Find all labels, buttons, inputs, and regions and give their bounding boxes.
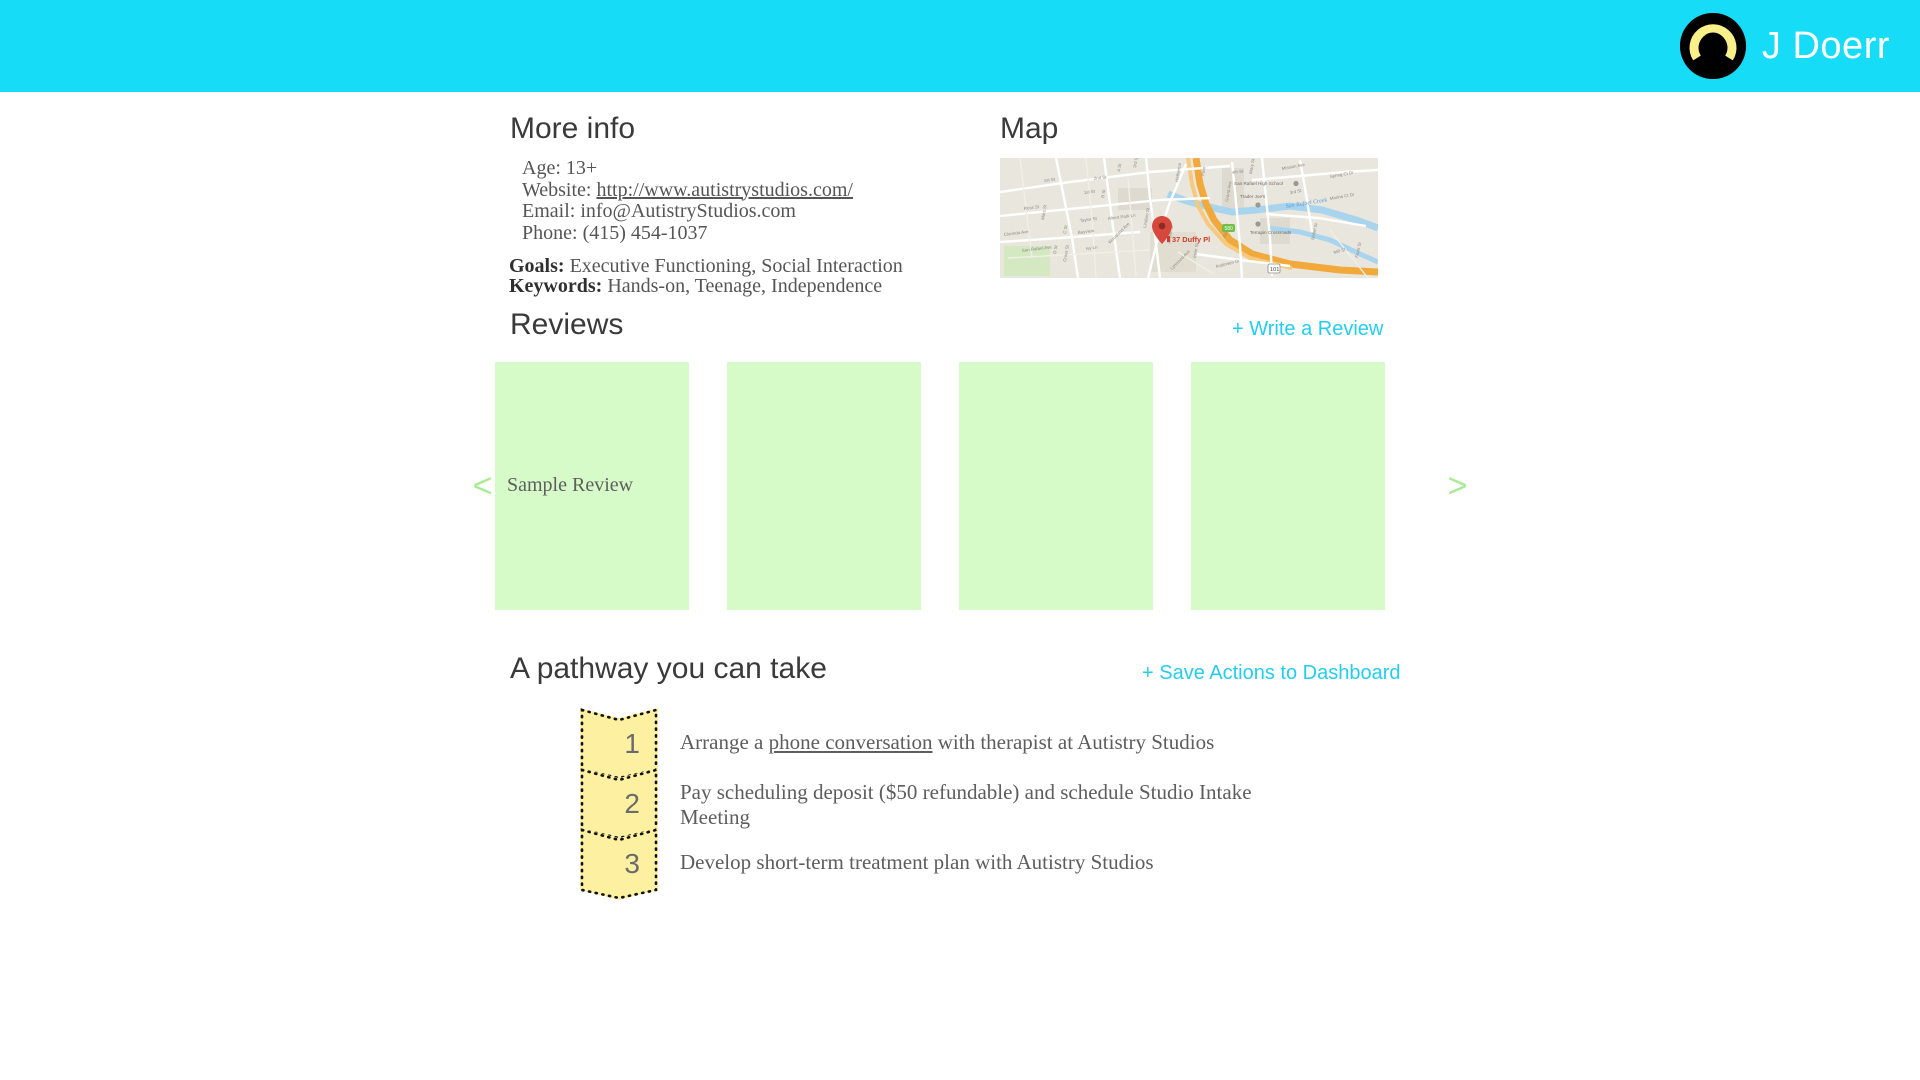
goals-value: Executive Functioning, Social Interactio… xyxy=(569,255,903,277)
review-card-text: Sample Review xyxy=(507,474,634,496)
svg-text:San Rafael High School: San Rafael High School xyxy=(1234,181,1283,186)
more-info-list: Age: 13+ Website: http://www.autistrystu… xyxy=(522,157,853,245)
info-row-website: Website: http://www.autistrystudios.com/ xyxy=(522,178,853,202)
info-row-email: Email: info@AutistryStudios.com xyxy=(522,200,853,223)
more-info-heading: More info xyxy=(510,112,636,145)
step-number: 3 xyxy=(624,848,640,879)
review-card[interactable]: Sample Review xyxy=(495,362,689,610)
svg-text:Terrapin Crossroads: Terrapin Crossroads xyxy=(1250,230,1292,235)
top-header-bar: J Doerr xyxy=(0,0,1920,92)
map-thumbnail[interactable]: 1st St 2nd St 3rd St A St 1st St B St Ro… xyxy=(1000,158,1378,278)
step-text-before: Develop short-term treatment plan with A… xyxy=(680,850,1154,874)
write-a-review-button[interactable]: + Write a Review xyxy=(1232,318,1383,341)
goals-row: Goals: Executive Functioning, Social Int… xyxy=(509,256,903,276)
step-text-after: with therapist at Autistry Studios xyxy=(932,730,1215,754)
user-account-block[interactable]: J Doerr xyxy=(1679,13,1890,79)
svg-text:Trader Joe's: Trader Joe's xyxy=(1240,194,1266,199)
app-page: J Doerr More info Age: 13+ Website: http… xyxy=(0,0,1920,1080)
info-row-phone: Phone: (415) 454-1037 xyxy=(522,221,853,245)
info-row-age: Age: 13+ xyxy=(522,157,853,180)
step-text-before: Pay scheduling deposit ($50 refundable) … xyxy=(680,780,1252,829)
keywords-label: Keywords: xyxy=(509,275,603,297)
user-name-label: J Doerr xyxy=(1761,24,1890,67)
carousel-prev-arrow-icon[interactable]: < xyxy=(470,469,495,503)
carousel-next-arrow-icon[interactable]: > xyxy=(1445,469,1470,503)
review-card-list: Sample Review xyxy=(495,362,1385,610)
keywords-value: Hands-on, Teenage, Independence xyxy=(607,275,883,297)
pathway-heading: A pathway you can take xyxy=(510,652,827,685)
goals-label: Goals: xyxy=(509,255,565,277)
user-avatar-icon[interactable] xyxy=(1679,13,1746,79)
keywords-row: Keywords: Hands-on, Teenage, Independenc… xyxy=(509,276,903,296)
step-description: Develop short-term treatment plan with A… xyxy=(680,850,1320,875)
review-card[interactable] xyxy=(1191,362,1385,610)
step-description: Arrange a phone conversation with therap… xyxy=(680,730,1320,755)
step-text-before: Arrange a xyxy=(680,730,769,754)
map-heading: Map xyxy=(1000,112,1059,145)
website-link[interactable]: http://www.autistrystudios.com/ xyxy=(596,179,852,201)
svg-text:580: 580 xyxy=(1225,226,1234,232)
svg-text:37 Duffy Pl: 37 Duffy Pl xyxy=(1172,235,1210,244)
save-actions-to-dashboard-button[interactable]: + Save Actions to Dashboard xyxy=(1142,662,1401,685)
email-value: info@AutistryStudios.com xyxy=(580,200,796,222)
phone-label: Phone: xyxy=(522,221,578,244)
review-card[interactable] xyxy=(959,362,1153,610)
svg-text:101: 101 xyxy=(1270,267,1279,273)
email-label: Email: xyxy=(522,200,576,222)
website-label: Website: xyxy=(522,178,592,201)
age-value: 13+ xyxy=(565,157,598,179)
reviews-carousel: < Sample Review > xyxy=(470,356,1470,616)
step-text-link[interactable]: phone conversation xyxy=(769,730,933,754)
step-description: Pay scheduling deposit ($50 refundable) … xyxy=(680,780,1320,830)
tags-block: Goals: Executive Functioning, Social Int… xyxy=(509,256,903,296)
review-card[interactable] xyxy=(727,362,921,610)
phone-value: (415) 454-1037 xyxy=(582,221,708,244)
reviews-heading: Reviews xyxy=(510,308,624,341)
age-label: Age: xyxy=(522,157,561,179)
